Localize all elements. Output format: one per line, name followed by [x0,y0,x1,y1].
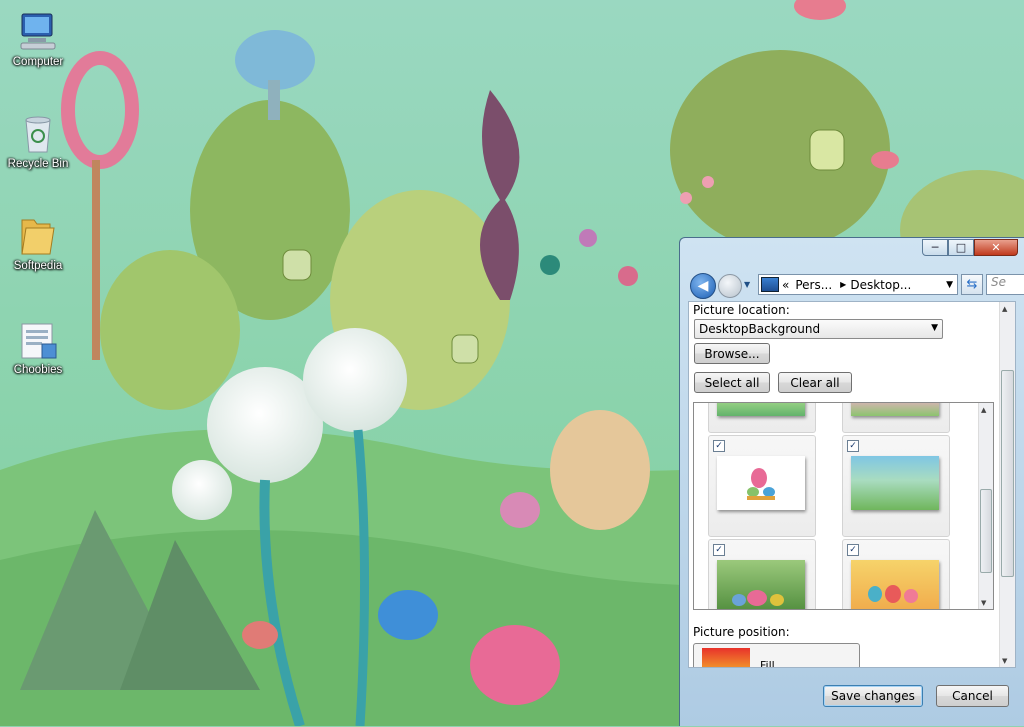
thumbnail-scrollbar-thumb[interactable] [980,489,992,573]
address-dropdown-icon[interactable]: ▼ [946,280,953,290]
thumbnail-item[interactable]: ✓ [842,539,950,609]
picture-position-select[interactable]: Fill [693,643,860,668]
breadcrumb-personalization[interactable]: Pers... [795,278,832,292]
thumbnail-item[interactable]: ✓ [842,435,950,537]
caption-buttons: ─ □ ✕ [922,239,1018,256]
desktop-icon-computer[interactable]: Computer [4,10,72,68]
document-icon [16,318,60,362]
thumbnail-image [717,560,805,609]
dialog-footer: Save changes Cancel [680,678,1024,727]
desktop-icon-label: Computer [12,56,64,68]
thumbnail-scrollbar[interactable]: ▲ ▼ [978,403,993,609]
clear-all-button[interactable]: Clear all [778,372,852,393]
picture-position-label: Picture position: [693,625,790,639]
thumbnail-image [851,403,939,416]
chevron-down-icon: ▼ [744,280,751,289]
thumbnail-item[interactable]: ✓ [708,539,816,609]
desktop-icon-softpedia[interactable]: Softpedia [4,214,72,272]
save-changes-button[interactable]: Save changes [823,685,923,707]
scroll-down-icon[interactable]: ▼ [981,599,986,607]
browse-button[interactable]: Browse... [694,343,770,364]
folder-icon [16,214,60,258]
maximize-icon: □ [955,241,967,254]
thumbnail-item[interactable] [842,403,950,433]
picture-location-value: DesktopBackground [699,322,821,336]
desktop-icon-label: Recycle Bin [7,158,69,170]
thumbnail-checkbox[interactable]: ✓ [713,544,725,556]
back-button[interactable]: ◀ [690,273,716,299]
picture-position-preview [702,648,750,667]
refresh-button[interactable]: ⇆ [961,274,983,295]
desktop-icon-choobies[interactable]: Choobies [4,318,72,376]
thumbnail-image [717,456,805,510]
thumbnail-checkbox[interactable]: ✓ [713,440,725,452]
content-scrollbar[interactable]: ▲ ▼ [999,302,1015,667]
chevron-down-icon: ▼ [931,323,938,333]
close-button[interactable]: ✕ [974,239,1018,256]
content-pane: Picture location: DesktopBackground ▼ Br… [688,301,1016,668]
picture-location-label: Picture location: [693,303,790,317]
scroll-down-icon[interactable]: ▼ [1002,657,1007,665]
wallpaper-thumbnail-list: ✓ ✓ ✓ ✓ ▲ ▼ [693,402,994,610]
scroll-up-icon[interactable]: ▲ [981,406,986,414]
breadcrumb-desktop-background[interactable]: Desktop... [850,278,911,292]
thumbnail-image [717,403,805,416]
desktop-icon-label: Choobies [13,364,63,376]
content-scrollbar-thumb[interactable] [1001,370,1014,577]
computer-icon [16,10,60,54]
back-arrow-icon: ◀ [697,278,709,294]
maximize-button[interactable]: □ [948,239,974,256]
minimize-icon: ─ [931,241,939,254]
control-panel-icon [761,277,779,292]
address-prefix: « [782,277,790,292]
minimize-button[interactable]: ─ [922,239,948,256]
breadcrumb-separator-icon: ▶ [840,280,847,289]
forward-button[interactable] [718,274,742,298]
navigation-bar: ◀ ▼ « Pers... ▶ Desktop... ▼ ⇆ Se [688,271,1024,299]
thumbnail-checkbox[interactable]: ✓ [847,544,859,556]
thumbnail-item[interactable] [708,403,816,433]
search-input[interactable]: Se [986,274,1024,295]
picture-location-select[interactable]: DesktopBackground ▼ [694,319,943,339]
recent-pages-button[interactable]: ▼ [744,280,750,289]
thumbnail-image [851,456,939,510]
desktop-icon-label: Softpedia [13,260,63,272]
picture-position-value: Fill [760,659,775,668]
thumbnail-image [851,560,939,609]
address-bar[interactable]: « Pers... ▶ Desktop... ▼ [758,274,958,295]
refresh-icon: ⇆ [966,277,978,292]
recycle-bin-icon [16,112,60,156]
scroll-up-icon[interactable]: ▲ [1002,305,1007,313]
cancel-button[interactable]: Cancel [936,685,1009,707]
select-all-button[interactable]: Select all [694,372,770,393]
close-icon: ✕ [991,241,1001,254]
thumbnail-checkbox[interactable]: ✓ [847,440,859,452]
desktop-icon-recycle-bin[interactable]: Recycle Bin [4,112,72,170]
desktop-background-window: ─ □ ✕ ◀ ▼ « Pers... ▶ Desktop... ▼ ⇆ Se … [679,237,1024,726]
thumbnail-item[interactable]: ✓ [708,435,816,537]
